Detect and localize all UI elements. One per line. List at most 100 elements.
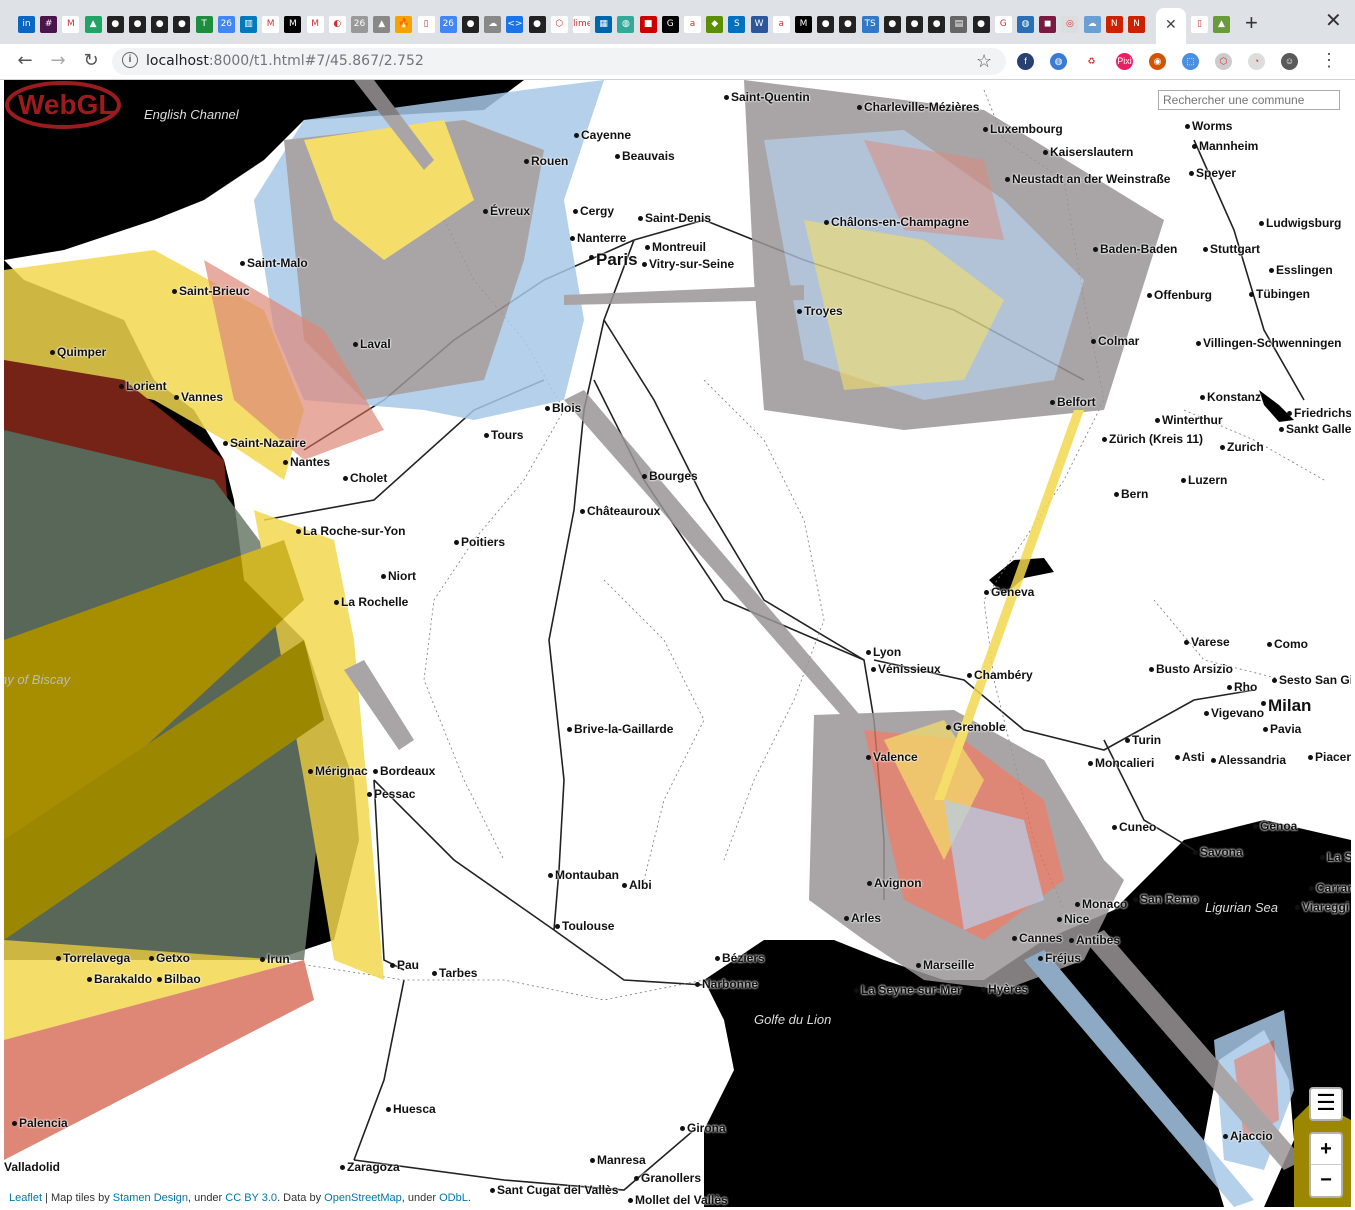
github-icon[interactable]: ● — [462, 16, 479, 33]
g-icon[interactable]: G — [661, 16, 679, 33]
city-label: Bilbao — [164, 972, 201, 986]
amazon-icon[interactable]: a — [684, 16, 701, 33]
city-marker — [1295, 905, 1300, 910]
city-label: Saint-Quentin — [731, 90, 810, 104]
lime-icon[interactable]: lime — [573, 16, 590, 33]
grid-icon[interactable]: ▦ — [595, 16, 613, 33]
city-label: Albi — [629, 878, 652, 892]
chrome-icon[interactable]: ◎ — [1061, 16, 1079, 33]
github-icon[interactable]: ● — [528, 16, 546, 33]
gmail-icon[interactable]: M — [262, 16, 280, 33]
github-icon[interactable]: ● — [906, 16, 923, 33]
close-tab-icon[interactable]: ✕ — [1165, 16, 1177, 33]
github-icon[interactable]: ● — [972, 16, 990, 33]
github-icon[interactable]: ● — [883, 16, 901, 33]
fire-icon[interactable]: 🔥 — [395, 16, 413, 33]
globe-ext-icon[interactable]: ◍ — [1050, 53, 1067, 70]
osm-link[interactable]: OpenStreetMap — [324, 1192, 402, 1204]
city-marker — [1249, 292, 1254, 297]
sheets-icon[interactable]: T — [195, 16, 213, 33]
gmail-icon[interactable]: M — [306, 16, 324, 33]
amazon-icon[interactable]: a — [772, 16, 790, 33]
profile-icon[interactable]: ☺ — [1281, 53, 1298, 70]
odbl-link[interactable]: ODbL — [439, 1192, 468, 1204]
city-marker — [432, 971, 437, 976]
bookmark-star-icon[interactable]: ☆ — [976, 51, 992, 72]
city-label: Montauban — [555, 868, 619, 882]
gmail-icon[interactable]: M — [62, 16, 80, 33]
github-icon[interactable]: ● — [928, 16, 946, 33]
page-icon[interactable]: ▯ — [1191, 16, 1208, 33]
ext-blue-icon[interactable]: ⬚ — [1182, 53, 1199, 70]
trello-icon[interactable]: ▥ — [240, 16, 257, 33]
layers-button[interactable]: ☰ — [1309, 1087, 1343, 1121]
calendar-icon[interactable]: 26 — [439, 16, 457, 33]
medium-icon[interactable]: M — [284, 16, 302, 33]
globe-icon[interactable]: ◍ — [617, 16, 635, 33]
city-label: Busto Arsizio — [1156, 662, 1233, 676]
zoom-in-button[interactable]: + — [1311, 1134, 1341, 1165]
reload-icon[interactable]: ↻ — [80, 50, 102, 72]
ts-icon[interactable]: TS — [861, 16, 879, 33]
ext-gray-icon[interactable]: ⬡ — [1215, 53, 1232, 70]
stamen-link[interactable]: Stamen Design — [113, 1192, 188, 1204]
github-icon[interactable]: ● — [839, 16, 857, 33]
calendar-icon[interactable]: 26 — [217, 16, 235, 33]
recycle-icon[interactable]: ♻ — [1083, 53, 1100, 70]
commune-search-input[interactable] — [1158, 90, 1340, 110]
github-icon[interactable]: ● — [151, 16, 169, 33]
menu-dots-icon[interactable]: ⋮ — [1320, 50, 1338, 71]
image-icon[interactable]: ▲ — [1213, 16, 1230, 33]
city-label: Como — [1274, 637, 1308, 651]
active-tab[interactable]: ✕ — [1156, 8, 1186, 44]
notion-icon[interactable]: N — [1105, 16, 1123, 33]
news-icon[interactable]: ■ — [639, 16, 657, 33]
cloud-icon[interactable]: ☁ — [1083, 16, 1101, 33]
notion-icon[interactable]: N — [1128, 16, 1145, 33]
page-icon[interactable]: ▯ — [417, 16, 435, 33]
city-label: Châlons-en-Champagne — [831, 215, 970, 229]
svg-text:WebGL: WebGL — [18, 89, 115, 120]
window-close-icon[interactable]: ✕ — [1325, 8, 1342, 33]
google-icon[interactable]: G — [994, 16, 1012, 33]
pixi-icon[interactable]: Pixi — [1116, 53, 1133, 70]
new-tab-icon[interactable]: + — [1245, 10, 1258, 36]
city-marker — [984, 590, 989, 595]
github-icon[interactable]: ● — [129, 16, 146, 33]
forward-arrow-icon[interactable]: → — [47, 50, 69, 72]
globe-icon[interactable]: ◍ — [1017, 16, 1034, 33]
avatar-icon[interactable]: ◼ — [1039, 16, 1057, 33]
address-bar[interactable]: i localhost:8000/t1.html#7/45.867/2.752 … — [112, 48, 1006, 75]
calendar-icon[interactable]: 26 — [351, 16, 368, 33]
drive-icon[interactable]: ▲ — [373, 16, 391, 33]
shop-icon[interactable]: S — [728, 16, 746, 33]
app-icon[interactable]: ◆ — [706, 16, 724, 33]
linkedin-icon[interactable]: in — [18, 16, 35, 33]
loading-icon[interactable]: ◐ — [328, 16, 346, 33]
back-arrow-icon[interactable]: ← — [14, 50, 36, 72]
fedora-icon[interactable]: f — [1017, 53, 1034, 70]
city-marker — [715, 956, 720, 961]
slack-icon[interactable]: # — [40, 16, 58, 33]
city-marker — [1155, 418, 1160, 423]
map-viewport[interactable]: WebGL English Channel ay of Biscay Golfe d… — [4, 80, 1351, 1207]
github-icon[interactable]: ● — [817, 16, 835, 33]
code-icon[interactable]: <> — [506, 16, 524, 33]
ccby-link[interactable]: CC BY 3.0 — [225, 1192, 277, 1204]
info-icon[interactable]: i — [122, 52, 138, 68]
url-text[interactable]: localhost:8000/t1.html#7/45.867/2.752 — [146, 53, 424, 69]
ext-light-icon[interactable]: ◔ — [1248, 53, 1265, 70]
github-icon[interactable]: ● — [173, 16, 191, 33]
book-icon[interactable]: ▤ — [950, 16, 968, 33]
target-icon[interactable]: ◉ — [1149, 53, 1166, 70]
drive-icon[interactable]: ▲ — [84, 16, 102, 33]
word-icon[interactable]: W — [750, 16, 768, 33]
box-icon[interactable]: ⬡ — [550, 16, 568, 33]
github-icon[interactable]: ● — [106, 16, 124, 33]
medium-icon[interactable]: M — [795, 16, 812, 33]
city-marker — [454, 540, 459, 545]
cloud-icon[interactable]: ☁ — [484, 16, 502, 33]
zoom-out-button[interactable]: − — [1311, 1165, 1341, 1195]
city-label: Saint-Brieuc — [179, 284, 250, 298]
leaflet-link[interactable]: Leaflet — [9, 1192, 42, 1204]
